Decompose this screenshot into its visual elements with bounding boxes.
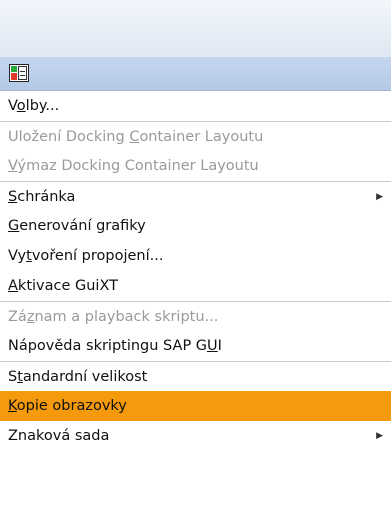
menu-item-aktivace-guixt[interactable]: Aktivace GuiXT — [0, 271, 391, 301]
window-top-band — [0, 0, 391, 57]
menu-item-ulozeni-docking-container-layoutu: Uložení Docking Container Layoutu — [0, 121, 391, 151]
mnemonic-letter: o — [16, 98, 26, 114]
menu-item-napoveda-skriptingu[interactable]: Nápověda skriptingu SAP GUI — [0, 331, 391, 361]
menu-item-label: Aktivace GuiXT — [8, 278, 118, 294]
mnemonic-letter: U — [207, 338, 218, 354]
menu-item-label: Výmaz Docking Container Layoutu — [8, 158, 259, 174]
sap-system-menu-icon[interactable] — [9, 64, 29, 82]
menu-item-standardni-velikost[interactable]: Standardní velikost — [0, 361, 391, 391]
menu-item-label: Vytvoření propojení... — [8, 248, 164, 264]
menu-item-vymaz-docking-container-layoutu: Výmaz Docking Container Layoutu — [0, 151, 391, 181]
menu-item-vytvoreni-propojeni[interactable]: Vytvoření propojení... — [0, 241, 391, 271]
menu-item-label: Schránka — [8, 189, 76, 205]
mnemonic-letter: V — [8, 158, 18, 174]
mnemonic-letter: S — [8, 189, 18, 205]
menu-item-label: Uložení Docking Container Layoutu — [8, 129, 264, 145]
submenu-arrow-icon: ▶ — [376, 192, 383, 202]
mnemonic-letter: G — [8, 218, 20, 234]
menu-item-zaznam-a-playback-skriptu: Záznam a playback skriptu... — [0, 301, 391, 331]
submenu-arrow-icon: ▶ — [376, 431, 383, 441]
menu-item-label: Generování grafiky — [8, 218, 146, 234]
menu-item-kopie-obrazovky[interactable]: Kopie obrazovky — [0, 391, 391, 421]
menu-item-label: Kopie obrazovky — [8, 398, 127, 414]
mnemonic-letter: A — [8, 278, 18, 294]
menu-icon-bar — [0, 57, 391, 91]
menu-item-volby[interactable]: Volby... — [0, 91, 391, 121]
menu-item-znakova-sada[interactable]: Znaková sada ▶ — [0, 421, 391, 451]
menu-item-schranka[interactable]: Schránka ▶ — [0, 181, 391, 211]
menu-item-label: Volby... — [8, 98, 60, 114]
menu-item-generovani-grafiky[interactable]: Generování grafiky — [0, 211, 391, 241]
mnemonic-letter: C — [129, 129, 140, 145]
menu-item-label: Standardní velikost — [8, 369, 148, 385]
mnemonic-letter: K — [8, 398, 17, 414]
menu-item-label: Záznam a playback skriptu... — [8, 309, 219, 325]
menu-item-label: Znaková sada — [8, 428, 110, 444]
customize-local-layout-menu: Volby... Uložení Docking Container Layou… — [0, 91, 391, 451]
menu-item-label: Nápověda skriptingu SAP GUI — [8, 338, 222, 354]
